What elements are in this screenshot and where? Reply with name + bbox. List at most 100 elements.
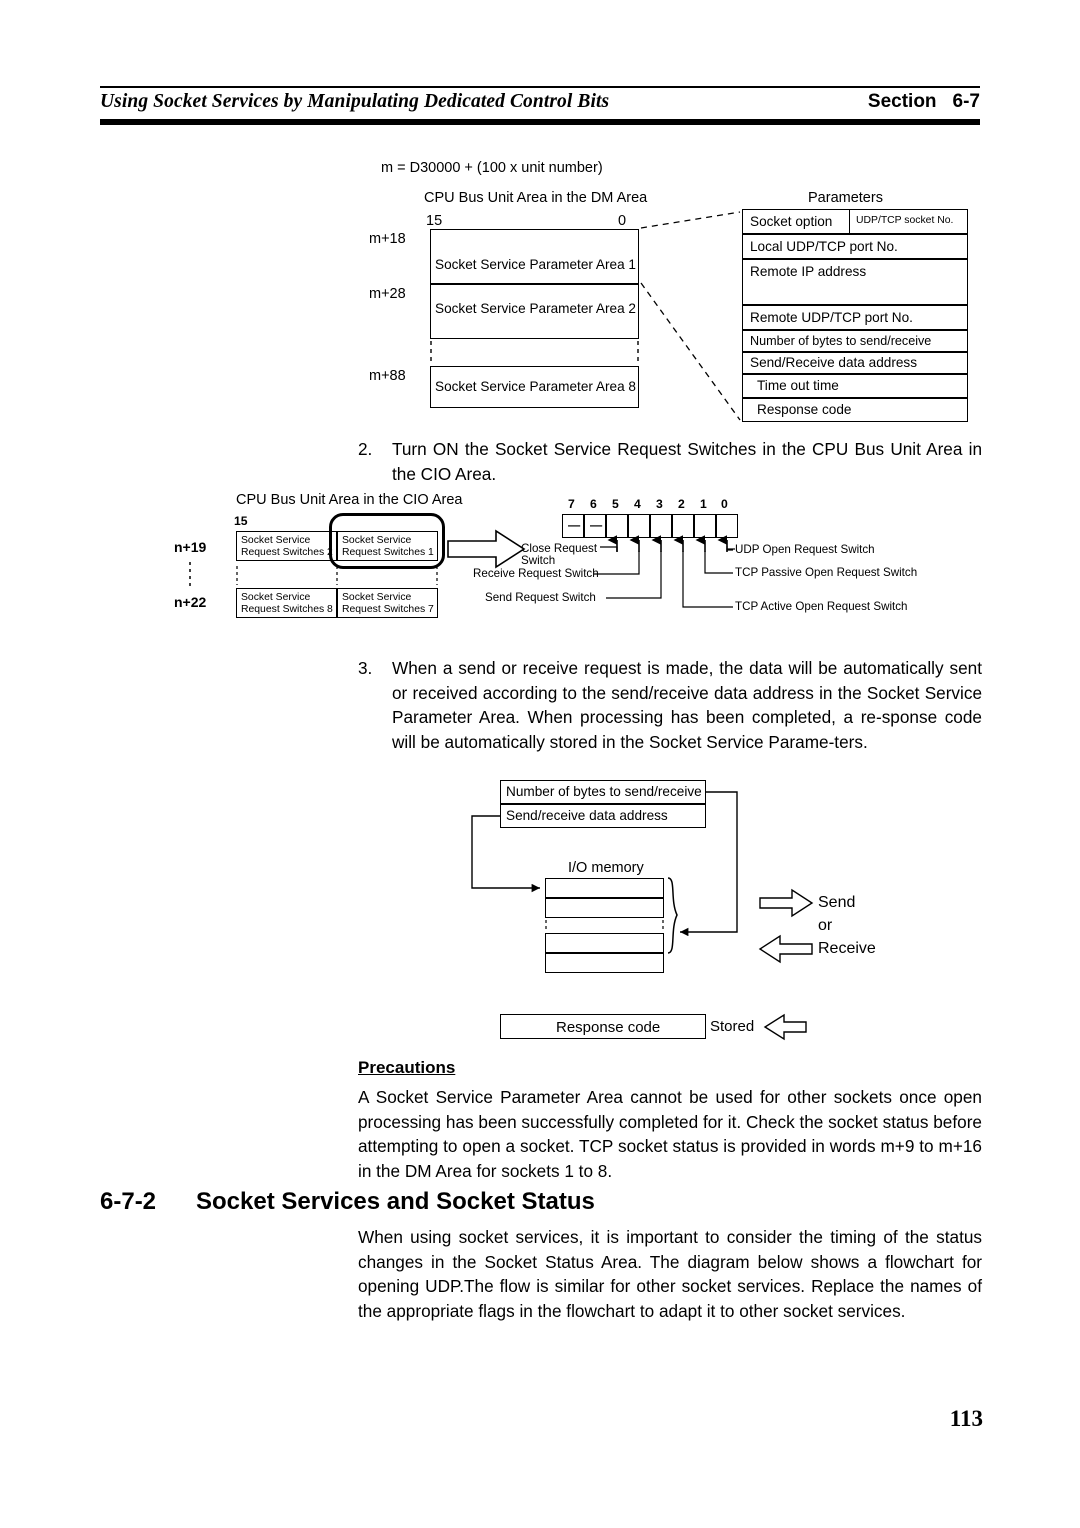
dm-area-label-1: Socket Service Parameter Area 1 — [435, 257, 636, 272]
leader-tcp-passive — [704, 551, 733, 574]
dm-bit-low: 0 — [618, 213, 627, 229]
cio-bit-cell-1 — [694, 514, 716, 538]
cio-cell-label-7-l2: Request Switches 7 — [342, 604, 434, 615]
cio-bit-cell-0 — [716, 514, 738, 538]
leader-receive-request — [594, 551, 640, 575]
io-memory-brace — [667, 877, 678, 954]
cio-bit-number-1: 1 — [700, 497, 707, 511]
io-memory-row-1 — [545, 878, 664, 898]
cio-callout-udp-open: UDP Open Request Switch — [735, 543, 875, 556]
cio-callout-tcp-passive-open: TCP Passive Open Request Switch — [735, 566, 918, 579]
stored-arrow-icon — [763, 1013, 807, 1041]
io-bytes-label: Number of bytes to send/receive — [506, 784, 702, 799]
cio-bit-number-7: 7 — [568, 497, 575, 511]
io-send-label: Send — [818, 894, 856, 911]
section-heading-number: 6-7-2 — [100, 1188, 157, 1215]
io-memory-row-2 — [545, 898, 664, 918]
param-label-local-port: Local UDP/TCP port No. — [750, 239, 898, 254]
cio-cell-label-7-l1: Socket Service — [342, 592, 412, 603]
header-section: Section 6-7 — [868, 91, 980, 113]
dm-address-0: m+18 — [369, 231, 406, 247]
leader-close-request — [600, 546, 618, 551]
param-label-socket-option: Socket option — [750, 214, 833, 229]
section-heading-6-7-2: 6-7-2 Socket Services and Socket Status — [100, 1188, 595, 1216]
cio-callout-close-request-l2: Switch — [521, 554, 556, 567]
parameters-caption: Parameters — [808, 190, 883, 206]
cio-bit-number-2: 2 — [678, 497, 685, 511]
page-number: 113 — [949, 1406, 983, 1431]
header-row: Using Socket Services by Manipulating De… — [100, 88, 980, 115]
param-label-remote-port: Remote UDP/TCP port No. — [750, 310, 913, 325]
header-section-number: 6-7 — [952, 91, 980, 112]
precautions-text: A Socket Service Parameter Area cannot b… — [358, 1087, 982, 1181]
leader-tcp-active — [682, 551, 733, 608]
cio-callout-send-request: Send Request Switch — [485, 591, 596, 604]
cio-bit-value-7: — — [568, 518, 581, 532]
cio-callout-close-request: Close Request Switch — [521, 543, 597, 567]
step-3: 3. When a send or receive request is mad… — [358, 656, 982, 754]
send-arrow-icon — [759, 888, 814, 918]
dm-area-label-8: Socket Service Parameter Area 8 — [435, 379, 636, 394]
dm-address-2: m+88 — [369, 368, 406, 384]
section-6-7-2-body: When using socket services, it is import… — [358, 1227, 982, 1321]
cio-address-0: n+19 — [174, 539, 207, 555]
cio-expand-arrow — [447, 529, 526, 569]
cio-cell-label-8: Socket Service Request Switches 8 — [241, 592, 333, 616]
cio-bit-number-6: 6 — [590, 497, 597, 511]
dm-address-1: m+28 — [369, 286, 406, 302]
param-label-socket-no: UDP/TCP socket No. — [856, 215, 954, 226]
header-title: Using Socket Services by Manipulating De… — [100, 91, 610, 112]
cio-cell-label-2-l2: Request Switches 2 — [241, 547, 333, 558]
io-memory-row-4 — [545, 953, 664, 973]
io-memory-label: I/O memory — [568, 860, 644, 876]
param-label-num-bytes: Number of bytes to send/receive — [750, 334, 932, 348]
cio-address-1: n+22 — [174, 594, 207, 610]
io-memory-row-3 — [545, 933, 664, 953]
cio-bit-number-5: 5 — [612, 497, 619, 511]
cio-bit-value-6: — — [590, 518, 603, 532]
dm-leader-top — [640, 211, 741, 229]
io-or-label: or — [818, 917, 833, 934]
receive-arrow-icon — [758, 934, 813, 964]
cio-bit-cell-5 — [606, 514, 628, 538]
param-divider — [849, 210, 851, 233]
section-heading-title: Socket Services and Socket Status — [196, 1188, 595, 1215]
cio-area-caption: CPU Bus Unit Area in the CIO Area — [236, 492, 463, 508]
step-2-number: 2. — [358, 439, 373, 459]
cio-bit-cell-4 — [628, 514, 650, 538]
dm-area-caption: CPU Bus Unit Area in the DM Area — [424, 190, 648, 206]
cio-bit-number-3: 3 — [656, 497, 663, 511]
param-label-data-address: Send/Receive data address — [750, 355, 918, 370]
dm-bit-high: 15 — [426, 213, 443, 229]
leader-udp-open — [726, 546, 733, 551]
cio-callout-receive-request: Receive Request Switch — [473, 567, 599, 580]
step-3-number: 3. — [358, 658, 373, 678]
cio-callout-tcp-active-open: TCP Active Open Request Switch — [735, 600, 908, 613]
dm-formula: m = D30000 + (100 x unit number) — [381, 160, 603, 176]
cio-cell-label-8-l2: Request Switches 8 — [241, 604, 333, 615]
param-label-timeout: Time out time — [757, 378, 839, 393]
io-address-label: Send/receive data address — [506, 808, 668, 823]
step-3-text: When a send or receive request is made, … — [392, 658, 982, 752]
header-section-label: Section — [867, 91, 937, 112]
cio-bit-cell-3 — [650, 514, 672, 538]
step-2: 2. Turn ON the Socket Service Request Sw… — [358, 437, 982, 486]
page-header: Using Socket Services by Manipulating De… — [100, 86, 980, 125]
io-stored-label: Stored — [710, 1018, 755, 1035]
cio-cell-label-7: Socket Service Request Switches 7 — [342, 592, 434, 616]
precautions-title: Precautions — [358, 1058, 456, 1077]
dm-leader-bottom — [640, 282, 741, 421]
io-receive-label: Receive — [818, 940, 876, 957]
header-rule-bottom — [100, 119, 980, 125]
param-label-remote-ip: Remote IP address — [750, 264, 867, 279]
cio-bit-number-4: 4 — [634, 497, 641, 511]
cio-bit-cell-2 — [672, 514, 694, 538]
cio-bit-number-0: 0 — [721, 497, 728, 511]
cio-cell-label-8-l1: Socket Service — [241, 592, 311, 603]
leader-send-request — [606, 551, 662, 599]
cio-bit-high: 15 — [234, 514, 248, 528]
cio-cell-label-2: Socket Service Request Switches 2 — [241, 535, 333, 559]
cio-highlight-outline — [329, 513, 445, 569]
dm-area-label-2: Socket Service Parameter Area 2 — [435, 301, 636, 316]
step-2-text: Turn ON the Socket Service Request Switc… — [392, 439, 982, 484]
